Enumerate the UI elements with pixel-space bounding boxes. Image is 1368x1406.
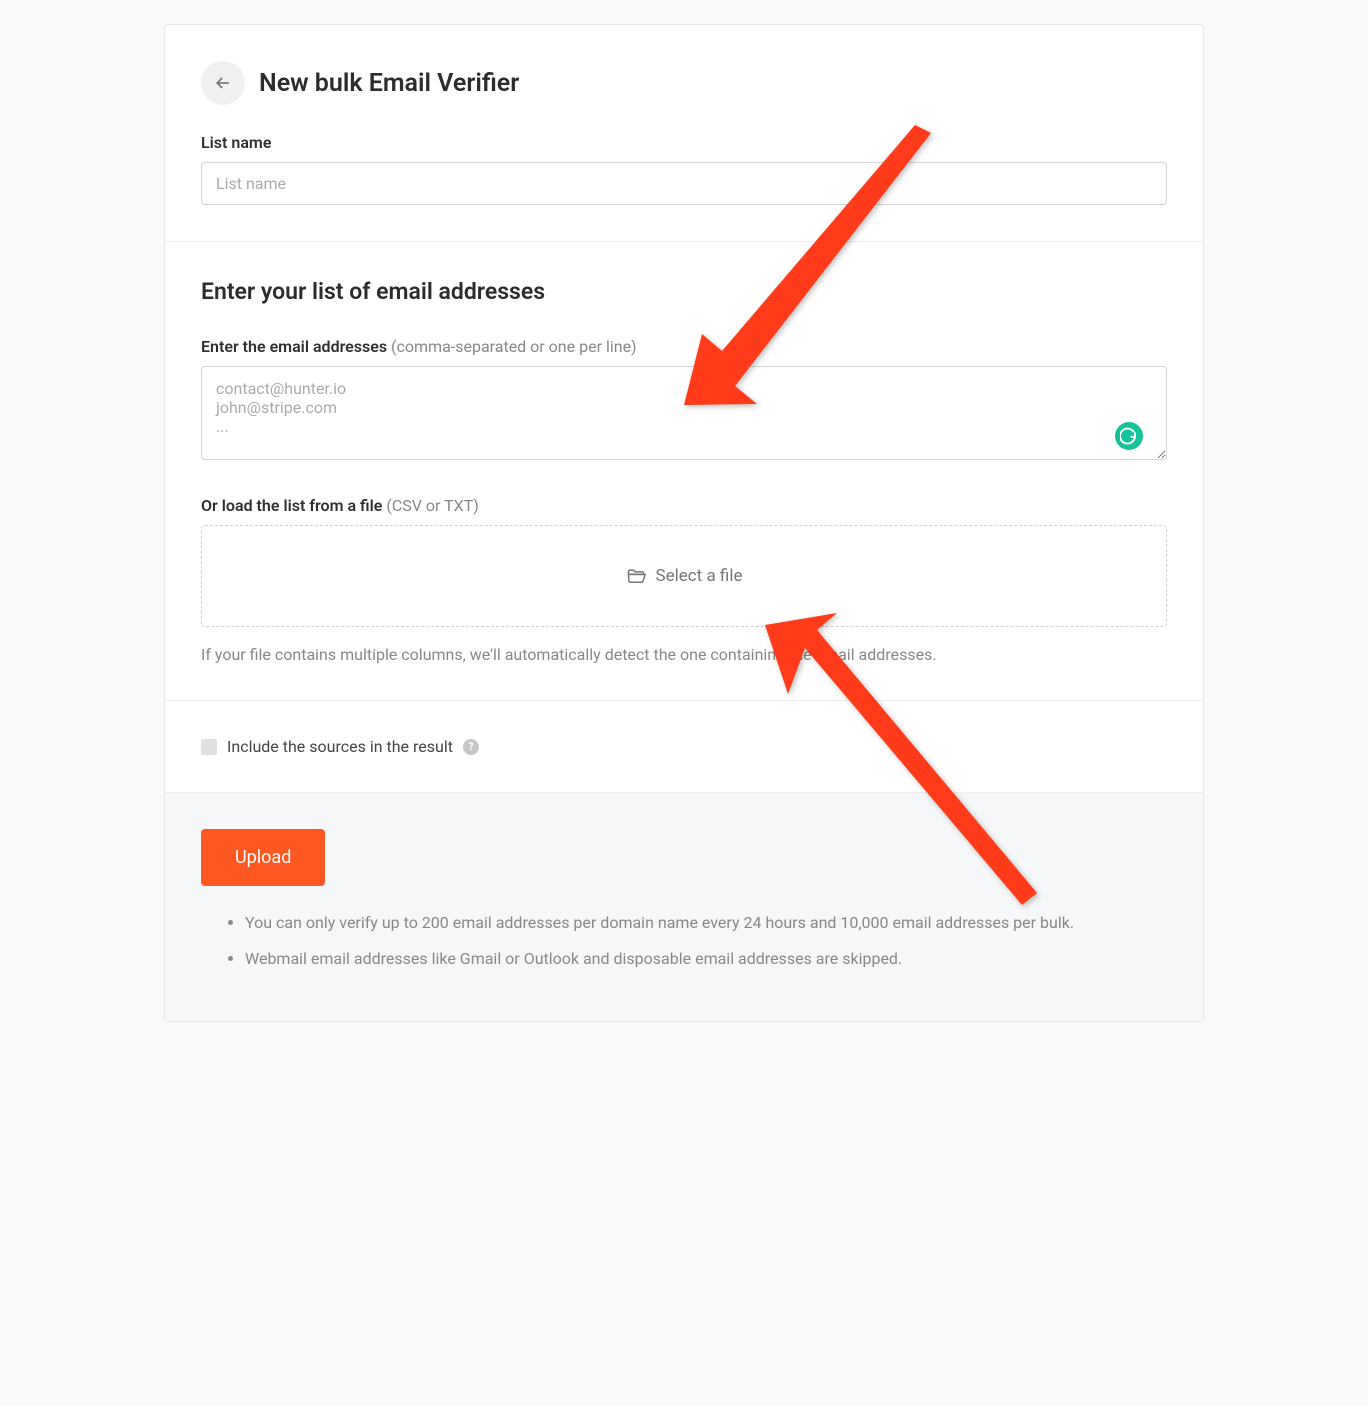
note-item: You can only verify up to 200 email addr… [245,912,1167,934]
emails-label-row: Enter the email addresses (comma-separat… [201,337,1167,356]
main-card: New bulk Email Verifier List name Enter … [164,24,1204,1022]
section-submit: Upload You can only verify up to 200 ema… [165,793,1203,1021]
textarea-wrap [201,366,1167,464]
section-list-name: New bulk Email Verifier List name [165,25,1203,242]
folder-open-icon [626,566,646,586]
arrow-left-icon [213,73,233,93]
list-name-input[interactable] [201,162,1167,205]
include-sources-row: Include the sources in the result ? [201,737,1167,756]
emails-label-hint: (comma-separated or one per line) [387,337,637,356]
file-dropzone[interactable]: Select a file [201,525,1167,627]
section-emails: Enter your list of email addresses Enter… [165,242,1203,701]
section-heading: Enter your list of email addresses [201,278,1167,305]
page-title: New bulk Email Verifier [259,69,519,98]
notes-list: You can only verify up to 200 email addr… [201,912,1167,971]
file-help-text: If your file contains multiple columns, … [201,645,1167,664]
back-button[interactable] [201,61,245,105]
include-sources-label: Include the sources in the result [227,737,453,756]
include-sources-checkbox[interactable] [201,739,217,755]
header-row: New bulk Email Verifier [201,61,1167,105]
section-options: Include the sources in the result ? [165,701,1203,793]
help-icon[interactable]: ? [463,739,479,755]
file-label-row: Or load the list from a file (CSV or TXT… [201,496,1167,515]
file-drop-label: Select a file [656,566,743,586]
file-label-hint: (CSV or TXT) [382,496,478,515]
file-label: Or load the list from a file [201,496,382,515]
emails-textarea[interactable] [201,366,1167,460]
note-item: Webmail email addresses like Gmail or Ou… [245,948,1167,970]
emails-label: Enter the email addresses [201,337,387,356]
upload-button[interactable]: Upload [201,829,325,886]
list-name-label: List name [201,133,1167,152]
